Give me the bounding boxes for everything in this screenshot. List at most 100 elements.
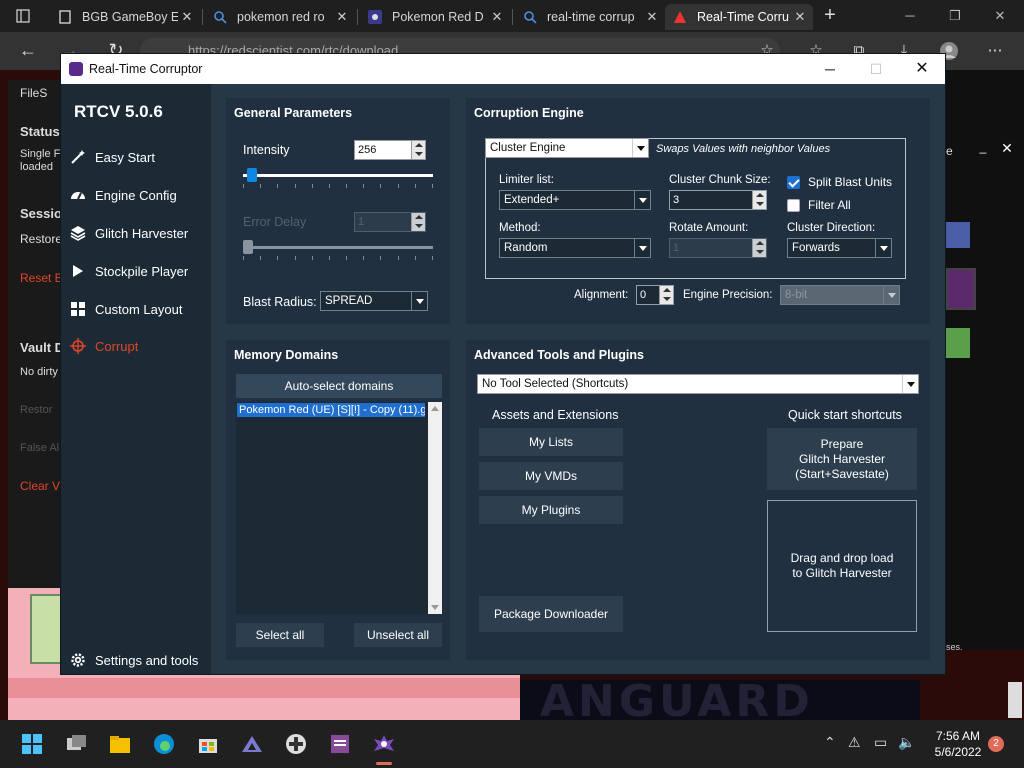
chunk-size-spinner[interactable] <box>752 191 766 209</box>
close-icon[interactable]: ✕ <box>899 54 945 84</box>
cluster-direction-select[interactable]: Forwards <box>787 238 892 258</box>
close-icon[interactable]: ✕ <box>985 6 1015 26</box>
dropzone-line: to Glitch Harvester <box>792 566 892 580</box>
tab-title: Real-Time Corru <box>697 10 789 24</box>
engine-select[interactable]: Cluster Engine <box>485 138 649 158</box>
notification-badge[interactable]: 2 <box>988 736 1004 752</box>
slider-thumb[interactable] <box>247 168 257 182</box>
task-view-icon[interactable] <box>64 732 88 756</box>
sidebar-item-easy-start[interactable]: Easy Start <box>69 145 211 169</box>
error-delay-input[interactable]: 1 <box>354 212 426 232</box>
tab-pokemon-red[interactable]: Pokemon Red D ✕ <box>360 4 510 30</box>
intensity-spinner[interactable] <box>411 141 425 159</box>
minimize-icon[interactable]: ─ <box>895 6 925 26</box>
settings-and-tools-button[interactable]: Settings and tools <box>69 648 211 672</box>
text-cursor-icon <box>451 140 453 152</box>
tab-close-icon[interactable]: ✕ <box>333 9 351 25</box>
scroll-up-icon[interactable] <box>431 406 439 411</box>
my-vmds-button[interactable]: My VMDs <box>479 462 623 490</box>
intensity-slider[interactable] <box>243 168 433 190</box>
tab-pokemon-search[interactable]: pokemon red ro ✕ <box>205 4 355 30</box>
domain-list-scrollbar[interactable] <box>428 402 442 614</box>
maximize-icon[interactable]: ☐ <box>853 54 899 84</box>
tab-rtc-active[interactable]: Real-Time Corru ✕ <box>665 4 813 30</box>
rotate-amount-spinner[interactable] <box>752 239 766 257</box>
restore-icon[interactable]: ❐ <box>940 6 970 26</box>
bg-text: loaded <box>20 161 54 173</box>
sidebar-item-glitch-harvester[interactable]: Glitch Harvester <box>69 221 211 245</box>
tab-title: pokemon red ro <box>237 10 325 24</box>
tab-close-icon[interactable]: ✕ <box>791 9 809 25</box>
engine-precision-value: 8-bit <box>785 289 808 301</box>
edge-browser-icon[interactable] <box>152 732 176 756</box>
tab-bgb[interactable]: BGB GameBoy E ✕ <box>50 4 200 30</box>
store-icon[interactable] <box>196 732 220 756</box>
tab-close-icon[interactable]: ✕ <box>643 9 661 25</box>
blast-radius-select[interactable]: SPREAD <box>320 291 428 311</box>
panel-title: General Parameters <box>234 106 353 120</box>
tab-close-icon[interactable]: ✕ <box>178 9 196 25</box>
tab-actions-button[interactable] <box>8 6 40 28</box>
error-delay-slider[interactable] <box>243 240 433 262</box>
more-menu-icon[interactable]: ⋯ <box>984 41 1006 63</box>
slider-thumb[interactable] <box>243 240 253 254</box>
sidebar-item-engine-config[interactable]: Engine Config <box>69 183 211 207</box>
rtc-taskbar-icon[interactable] <box>372 732 396 765</box>
limiter-select[interactable]: Extended+ <box>499 190 651 210</box>
new-tab-button[interactable]: + <box>818 4 842 28</box>
window-title: Real-Time Corruptor <box>89 62 203 76</box>
taskbar-clock[interactable]: 7:56 AM 5/6/2022 <box>932 728 984 760</box>
back-icon[interactable]: ← <box>16 40 40 62</box>
sidebar-item-custom-layout[interactable]: Custom Layout <box>69 297 211 321</box>
list-item[interactable]: Pokemon Red (UE) [S][!] - Copy (11).gb <box>237 403 425 417</box>
intensity-input[interactable]: 256 <box>354 140 426 160</box>
sidebar-item-stockpile-player[interactable]: Stockpile Player <box>69 259 211 283</box>
unselect-all-button[interactable]: Unselect all <box>354 623 442 647</box>
windows-taskbar: ⌃ ⚠ ▭ 🔈 7:56 AM 5/6/2022 2 <box>0 720 1024 768</box>
chunk-size-input[interactable]: 3 <box>669 190 767 210</box>
gamepad-icon[interactable] <box>284 732 308 756</box>
panel-title: Advanced Tools and Plugins <box>474 348 644 362</box>
checkbox-checked <box>787 175 800 189</box>
tray-chevron-up-icon[interactable]: ⌃ <box>824 734 836 751</box>
volume-icon[interactable]: 🔈 <box>898 734 915 751</box>
method-select[interactable]: Random <box>499 238 651 258</box>
rtc-title-bar[interactable]: Real-Time Corruptor ─ ☐ ✕ <box>61 54 945 84</box>
engine-precision-select[interactable]: 8-bit <box>780 285 900 305</box>
rotate-amount-input[interactable]: 1 <box>669 238 767 258</box>
start-icon[interactable] <box>20 732 44 756</box>
split-blast-units-checkbox[interactable]: Split Blast Units <box>787 175 892 189</box>
network-icon[interactable]: ▭ <box>874 734 887 751</box>
tool-select[interactable]: No Tool Selected (Shortcuts) <box>477 374 919 394</box>
file-explorer-icon[interactable] <box>108 732 132 756</box>
search-icon <box>213 10 227 24</box>
domain-list[interactable]: Pokemon Red (UE) [S][!] - Copy (11).gb <box>236 402 442 614</box>
select-all-button[interactable]: Select all <box>236 623 324 647</box>
my-lists-button[interactable]: My Lists <box>479 428 623 456</box>
alignment-spinner[interactable] <box>659 286 673 304</box>
tray-alert-icon[interactable]: ⚠ <box>848 734 861 751</box>
sidebar-item-corrupt[interactable]: Corrupt <box>69 334 211 358</box>
my-plugins-button[interactable]: My Plugins <box>479 496 623 524</box>
alignment-input[interactable]: 0 <box>636 285 674 305</box>
tab-separator <box>202 9 203 25</box>
sidebar-item-label: Easy Start <box>95 149 155 165</box>
bg-text: Sessio <box>20 206 62 221</box>
drag-drop-zone[interactable]: Drag and drop load to Glitch Harvester <box>767 500 917 632</box>
minimize-icon[interactable]: ─ <box>807 54 853 84</box>
app-triangle-icon[interactable] <box>240 732 264 756</box>
bg-text: Reset B <box>20 271 63 285</box>
filter-all-checkbox[interactable]: Filter All <box>787 198 851 212</box>
tab-close-icon[interactable]: ✕ <box>488 9 506 25</box>
app-window-icon[interactable] <box>328 732 352 756</box>
bg-minimize-icon: _ <box>979 140 987 154</box>
tab-rtc-search[interactable]: real-time corrup ✕ <box>515 4 665 30</box>
package-downloader-button[interactable]: Package Downloader <box>479 596 623 632</box>
prepare-glitch-harvester-button[interactable]: Prepare Glitch Harvester (Start+Savestat… <box>767 428 917 490</box>
auto-select-domains-button[interactable]: Auto-select domains <box>236 374 442 398</box>
tab-title: BGB GameBoy E <box>82 10 178 24</box>
bg-text: Status <box>20 124 60 139</box>
error-delay-spinner[interactable] <box>411 213 425 231</box>
scroll-down-icon[interactable] <box>431 605 439 610</box>
sidebar-item-label: Corrupt <box>95 338 139 354</box>
